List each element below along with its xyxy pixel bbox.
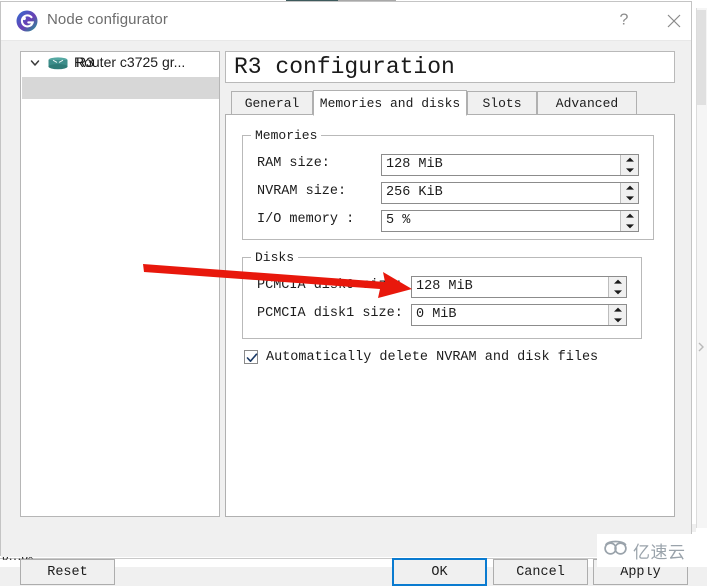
tree-item-r3-label[interactable]: R3 (76, 54, 94, 70)
auto-delete-checkbox-row[interactable]: Automatically delete NVRAM and disk file… (244, 347, 598, 367)
ok-button[interactable]: OK (392, 558, 487, 586)
pcmcia-disk0-spinner-buttons[interactable] (608, 277, 626, 297)
window-title: Node configurator (47, 11, 168, 28)
auto-delete-checkbox-label: Automatically delete NVRAM and disk file… (266, 349, 599, 365)
io-memory-decrement-icon[interactable] (621, 221, 638, 231)
pcmcia-disk0-value: 128 MiB (416, 279, 473, 294)
memories-group-title: Memories (251, 128, 322, 143)
ram-size-value: 128 MiB (386, 157, 443, 172)
cancel-button[interactable]: Cancel (493, 559, 588, 585)
tab-general-label: General (244, 95, 300, 111)
close-button[interactable] (651, 2, 697, 40)
reset-button[interactable]: Reset (20, 559, 115, 585)
tree-item-router-group[interactable]: Router c3725 gr... (21, 52, 219, 74)
nvram-size-row: NVRAM size: 256 KiB (257, 182, 639, 204)
nvram-size-spinner-buttons[interactable] (620, 183, 638, 203)
io-memory-spinner-buttons[interactable] (620, 211, 638, 231)
tab-general[interactable]: General (231, 91, 313, 115)
io-memory-spinner[interactable]: 5 % (381, 210, 639, 232)
nvram-size-increment-icon[interactable] (621, 183, 638, 193)
pcmcia-disk1-spinner-buttons[interactable] (608, 305, 626, 325)
nvram-size-decrement-icon[interactable] (621, 193, 638, 203)
node-tree[interactable]: Router c3725 gr... R3 (20, 51, 220, 517)
pcmcia-disk1-spinner[interactable]: 0 MiB (411, 304, 627, 326)
disks-group-title: Disks (251, 250, 299, 265)
auto-delete-checkbox[interactable] (244, 350, 258, 364)
tab-memories-and-disks-label: Memories and disks (319, 95, 461, 111)
node-configurator-dialog: Node configurator ? Router c3725 gr... R… (0, 1, 692, 586)
pcmcia-disk0-increment-icon[interactable] (609, 277, 626, 287)
chevron-down-icon[interactable] (29, 56, 41, 68)
io-memory-row: I/O memory : 5 % (257, 210, 639, 232)
pcmcia-disk0-decrement-icon[interactable] (609, 287, 626, 297)
question-mark-icon: ? (619, 11, 629, 29)
tab-advanced-label: Advanced (555, 95, 619, 111)
dialog-body: Router c3725 gr... R3 R3 configuration G… (1, 41, 691, 586)
ram-size-increment-icon[interactable] (621, 155, 638, 165)
pcmcia-disk1-increment-icon[interactable] (609, 305, 626, 315)
cloud-logo-icon (603, 539, 629, 562)
gns3-icon (15, 9, 39, 33)
check-icon (246, 353, 258, 362)
tab-strip: General Memories and disks Slots Advance… (225, 90, 675, 116)
tab-panel-memories-and-disks: Memories RAM size: 128 MiB NVRAM size: 2… (225, 114, 675, 517)
pcmcia-disk1-decrement-icon[interactable] (609, 315, 626, 325)
pcmcia-disk0-label: PCMCIA disk0 size: (257, 278, 403, 293)
help-button[interactable]: ? (601, 2, 647, 40)
screen: b…ö。 (0, 0, 707, 586)
watermark-text: 亿速云 (633, 543, 686, 563)
title-bar: Node configurator ? (1, 2, 691, 41)
nvram-size-value: 256 KiB (386, 185, 443, 200)
ram-size-spinner[interactable]: 128 MiB (381, 154, 639, 176)
memories-group: Memories RAM size: 128 MiB NVRAM size: 2… (242, 128, 654, 240)
io-memory-value: 5 % (386, 213, 411, 228)
nvram-size-spinner[interactable]: 256 KiB (381, 182, 639, 204)
io-memory-increment-icon[interactable] (621, 211, 638, 221)
page-title-text: R3 configuration (234, 54, 455, 80)
watermark: 亿速云 (597, 534, 707, 567)
pcmcia-disk1-value: 0 MiB (416, 307, 457, 322)
close-icon (667, 14, 681, 28)
page-title: R3 configuration (225, 51, 675, 83)
background-scrollbar-thumb[interactable] (697, 10, 706, 105)
pcmcia-disk0-spinner[interactable]: 128 MiB (411, 276, 627, 298)
io-memory-label: I/O memory : (257, 212, 355, 227)
ram-size-row: RAM size: 128 MiB (257, 154, 639, 176)
tab-slots[interactable]: Slots (467, 91, 537, 115)
tab-slots-label: Slots (482, 95, 522, 111)
chevron-right-icon (697, 340, 706, 352)
nvram-size-label: NVRAM size: (257, 184, 347, 199)
tab-advanced[interactable]: Advanced (537, 91, 637, 115)
router-icon (47, 57, 69, 70)
tab-container: General Memories and disks Slots Advance… (225, 90, 675, 517)
ram-size-decrement-icon[interactable] (621, 165, 638, 175)
configuration-pane: R3 configuration General Memories and di… (225, 51, 675, 517)
tree-item-r3-highlight[interactable] (22, 77, 219, 99)
ram-size-label: RAM size: (257, 156, 330, 171)
pcmcia-disk0-row: PCMCIA disk0 size: 128 MiB (257, 276, 627, 298)
pcmcia-disk1-label: PCMCIA disk1 size: (257, 306, 403, 321)
pcmcia-disk1-row: PCMCIA disk1 size: 0 MiB (257, 304, 627, 326)
ram-size-spinner-buttons[interactable] (620, 155, 638, 175)
tab-memories-and-disks[interactable]: Memories and disks (313, 90, 467, 116)
disks-group: Disks PCMCIA disk0 size: 128 MiB PCMCIA … (242, 250, 642, 339)
